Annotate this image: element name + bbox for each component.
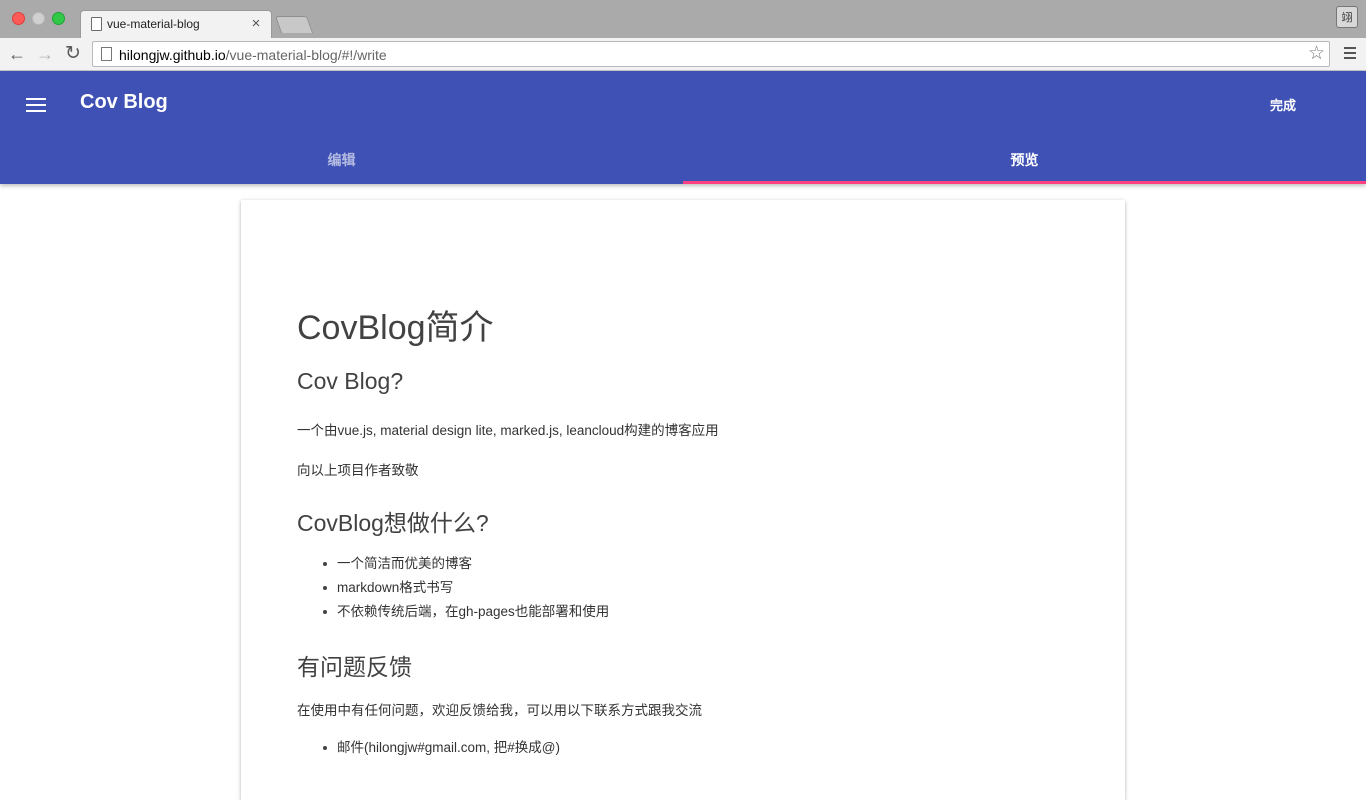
address-bar[interactable]: hilongjw.github.io/vue-material-blog/#!/… [92, 41, 1330, 67]
browser-tab[interactable]: vue-material-blog × [80, 10, 272, 38]
tab-close-icon[interactable]: × [249, 15, 263, 33]
section-heading: CovBlog想做什么? [297, 510, 489, 536]
bookmark-star-icon[interactable]: ☆ [1308, 43, 1325, 65]
url-host: hilongjw.github.io [119, 47, 226, 63]
zoom-window-button[interactable] [52, 12, 65, 25]
browser-toolbar: ← → ↻ hilongjw.github.io/vue-material-bl… [0, 38, 1366, 71]
active-tab-indicator [683, 181, 1366, 184]
close-window-button[interactable] [12, 12, 25, 25]
tab-edit[interactable]: 编辑 [0, 128, 683, 184]
paragraph: 一个由vue.js, material design lite, marked.… [297, 423, 719, 438]
back-arrow-icon[interactable]: ← [6, 43, 28, 65]
page-icon [91, 17, 102, 31]
editor-tabs: 编辑 预览 [0, 128, 1366, 184]
tab-preview[interactable]: 预览 [683, 128, 1366, 184]
app-header: Cov Blog 完成 编辑 预览 [0, 71, 1366, 184]
contact-list: 邮件(hilongjw#gmail.com, 把#换成@) [322, 736, 560, 760]
forward-arrow-icon[interactable]: → [34, 43, 56, 65]
list-item: 不依赖传统后端，在gh-pages也能部署和使用 [322, 600, 609, 624]
app-title: Cov Blog [80, 91, 168, 113]
done-button[interactable]: 完成 [1264, 95, 1302, 114]
paragraph: 向以上项目作者致敬 [297, 463, 419, 478]
browser-menu-icon[interactable] [1344, 47, 1356, 61]
list-item: 一个简洁而优美的博客 [322, 552, 609, 576]
section-heading: Cov Blog? [297, 368, 404, 394]
list-item: 邮件(hilongjw#gmail.com, 把#换成@) [322, 736, 560, 760]
paragraph: 在使用中有任何问题，欢迎反馈给我，可以用以下联系方式跟我交流 [297, 703, 702, 718]
url-path: /vue-material-blog/#!/write [225, 47, 387, 63]
reload-icon[interactable]: ↻ [62, 43, 84, 65]
section-heading: 有问题反馈 [297, 654, 412, 680]
url-text[interactable]: hilongjw.github.io/vue-material-blog/#!/… [119, 47, 387, 63]
page-icon [101, 47, 112, 61]
feature-list: 一个简洁而优美的博客 markdown格式书写 不依赖传统后端，在gh-page… [322, 552, 609, 624]
profile-button[interactable]: 翊 [1336, 6, 1358, 28]
hamburger-menu-icon[interactable] [26, 98, 46, 112]
browser-titlebar: vue-material-blog × 翊 [0, 0, 1366, 38]
new-tab-button[interactable] [274, 16, 314, 33]
preview-card: CovBlog简介 Cov Blog? 一个由vue.js, material … [241, 200, 1125, 800]
list-item: markdown格式书写 [322, 576, 609, 600]
tab-title: vue-material-blog [107, 17, 200, 31]
minimize-window-button[interactable] [32, 12, 45, 25]
article-title: CovBlog简介 [297, 309, 494, 347]
